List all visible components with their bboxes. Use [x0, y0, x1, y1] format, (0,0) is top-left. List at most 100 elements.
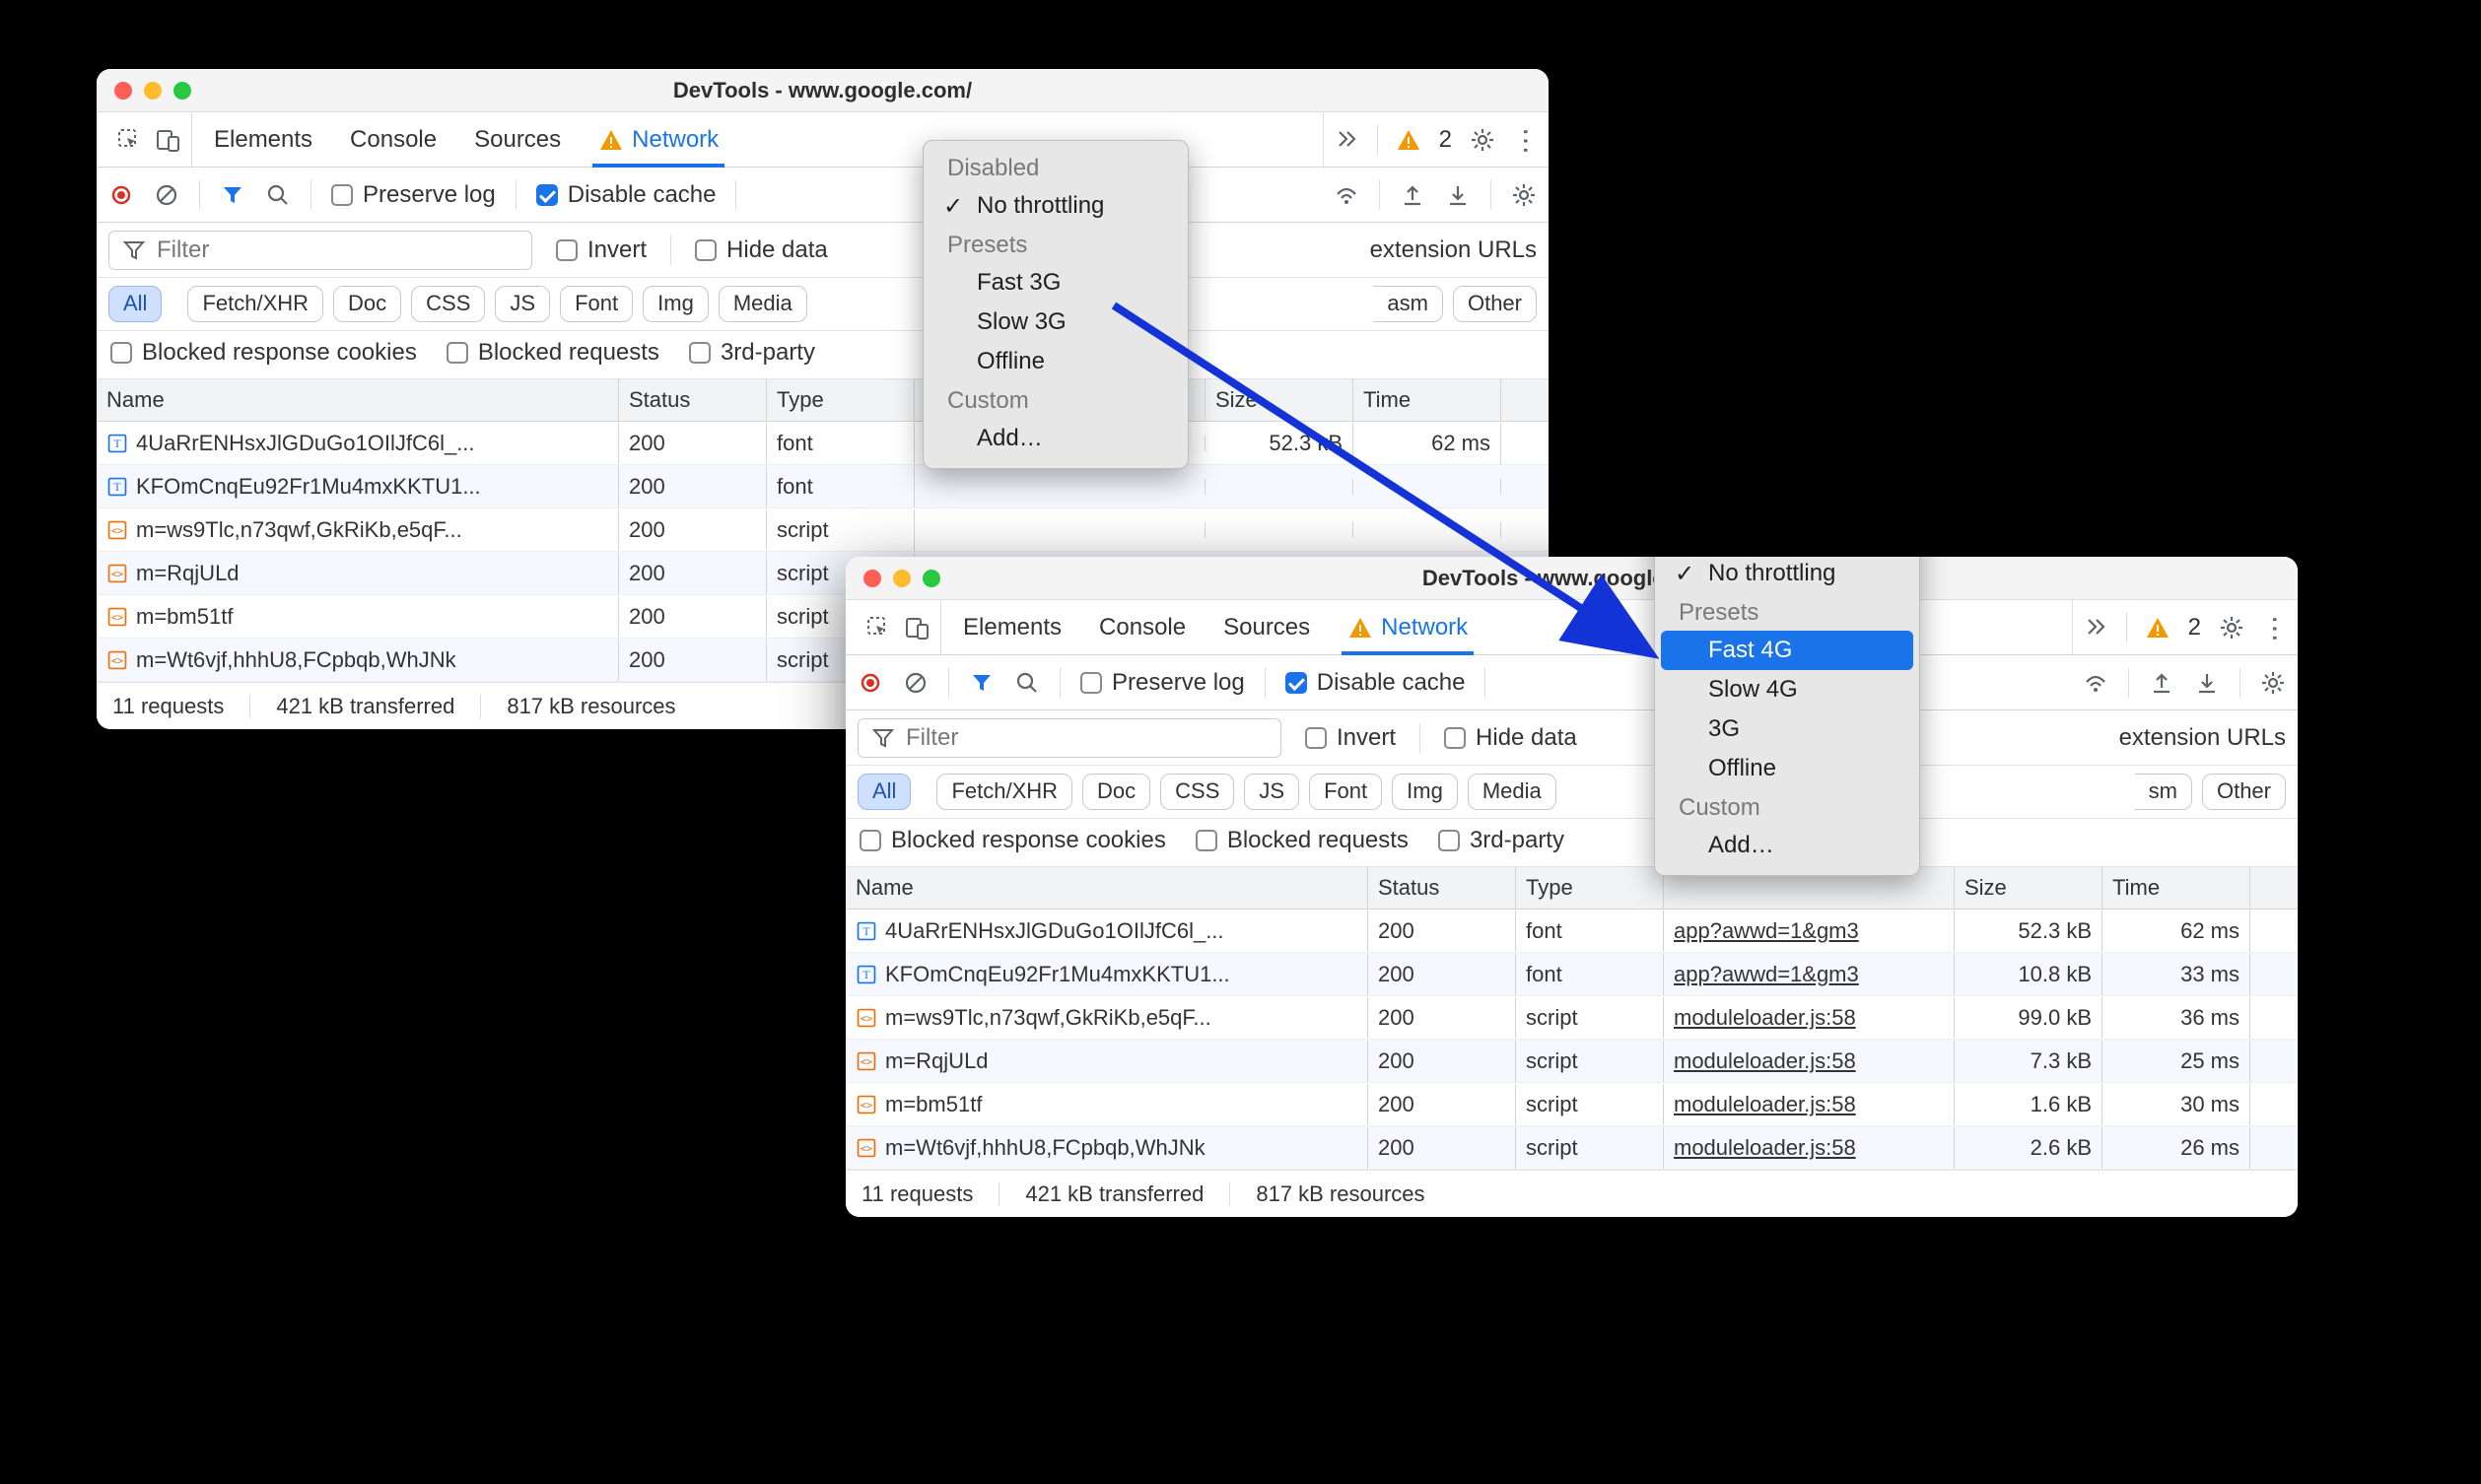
chip-css[interactable]: CSS [411, 286, 485, 322]
dd-item-3g[interactable]: 3G [1661, 709, 1913, 749]
chip-all[interactable]: All [858, 774, 911, 810]
dd-item-fast4g[interactable]: Fast 4G [1661, 631, 1913, 670]
table-row[interactable]: m=Wt6vjf,hhhU8,FCpbqb,WhJNk200scriptmodu… [846, 1126, 2298, 1170]
chip-fetch[interactable]: Fetch/XHR [187, 286, 323, 322]
dd-item-fast3g[interactable]: Fast 3G [930, 263, 1182, 303]
tab-console[interactable]: Console [1099, 600, 1186, 654]
download-icon[interactable] [1445, 182, 1471, 208]
throttling-dropdown-old[interactable]: Disabled No throttling Presets Fast 3G S… [923, 140, 1189, 469]
col-status[interactable]: Status [1368, 867, 1516, 909]
table-row[interactable]: 4UaRrENHsxJlGDuGo1OIlJfC6l_...200font52.… [97, 422, 1549, 465]
dd-item-add[interactable]: Add… [1661, 826, 1913, 865]
disable-cache-checkbox[interactable]: Disable cache [1285, 669, 1466, 697]
device-icon[interactable] [905, 615, 930, 641]
request-initiator[interactable]: moduleloader.js:58 [1664, 997, 1955, 1039]
warning-icon[interactable] [1396, 127, 1421, 153]
disable-cache-checkbox[interactable]: Disable cache [536, 181, 717, 209]
gear-icon[interactable] [2219, 615, 2244, 641]
chip-wasm-trunc[interactable]: sm [2135, 774, 2192, 810]
tab-console[interactable]: Console [350, 112, 437, 167]
close-dot[interactable] [114, 82, 132, 100]
chip-other[interactable]: Other [2202, 774, 2286, 810]
invert-checkbox[interactable]: Invert [556, 236, 647, 264]
table-row[interactable]: m=ws9Tlc,n73qwf,GkRiKb,e5qF...200script [97, 508, 1549, 552]
dd-item-offline[interactable]: Offline [930, 342, 1182, 381]
minimize-dot[interactable] [893, 570, 911, 587]
chip-media[interactable]: Media [1468, 774, 1556, 810]
chip-css[interactable]: CSS [1160, 774, 1234, 810]
col-type[interactable]: Type [767, 379, 915, 421]
chip-font[interactable]: Font [560, 286, 633, 322]
preserve-log-checkbox[interactable]: Preserve log [1080, 669, 1245, 697]
chip-img[interactable]: Img [1392, 774, 1458, 810]
col-time[interactable]: Time [1353, 379, 1501, 421]
blocked-requests-checkbox[interactable]: Blocked requests [1196, 827, 1409, 854]
search-icon[interactable] [265, 182, 291, 208]
col-type[interactable]: Type [1516, 867, 1664, 909]
tab-elements[interactable]: Elements [214, 112, 312, 167]
dd-item-add[interactable]: Add… [930, 419, 1182, 458]
tab-sources[interactable]: Sources [1223, 600, 1310, 654]
table-row[interactable]: m=RqjULd200scriptmoduleloader.js:587.3 k… [846, 1040, 2298, 1083]
search-icon[interactable] [1014, 670, 1040, 696]
table-row[interactable]: m=bm51tf200scriptmoduleloader.js:581.6 k… [846, 1083, 2298, 1126]
dd-item-offline[interactable]: Offline [1661, 749, 1913, 788]
request-initiator[interactable] [915, 522, 1206, 538]
invert-checkbox[interactable]: Invert [1305, 724, 1396, 752]
minimize-dot[interactable] [144, 82, 162, 100]
col-size[interactable]: Size [1955, 867, 2102, 909]
blocked-cookies-checkbox[interactable]: Blocked response cookies [110, 339, 417, 367]
zoom-dot[interactable] [173, 82, 191, 100]
record-icon[interactable] [108, 182, 134, 208]
chip-js[interactable]: JS [1244, 774, 1299, 810]
third-party-checkbox[interactable]: 3rd-party [689, 339, 815, 367]
preserve-log-checkbox[interactable]: Preserve log [331, 181, 496, 209]
filter-input[interactable]: Filter [858, 718, 1281, 758]
record-icon[interactable] [858, 670, 883, 696]
chip-all[interactable]: All [108, 286, 162, 322]
chip-fetch[interactable]: Fetch/XHR [936, 774, 1072, 810]
chip-media[interactable]: Media [719, 286, 807, 322]
filter-input[interactable]: Filter [108, 231, 532, 270]
request-initiator[interactable] [915, 479, 1206, 495]
col-name[interactable]: Name [97, 379, 619, 421]
col-time[interactable]: Time [2102, 867, 2250, 909]
request-initiator[interactable]: moduleloader.js:58 [1664, 1041, 1955, 1082]
dd-item-slow3g[interactable]: Slow 3G [930, 303, 1182, 342]
chip-doc[interactable]: Doc [1082, 774, 1150, 810]
chip-wasm-trunc[interactable]: asm [1373, 286, 1443, 322]
close-dot[interactable] [863, 570, 881, 587]
table-row[interactable]: 4UaRrENHsxJlGDuGo1OIlJfC6l_...200fontapp… [846, 910, 2298, 953]
col-status[interactable]: Status [619, 379, 767, 421]
wifi-icon[interactable] [1334, 182, 1359, 208]
col-name[interactable]: Name [846, 867, 1368, 909]
network-settings-icon[interactable] [1511, 182, 1537, 208]
tab-sources[interactable]: Sources [474, 112, 561, 167]
chip-img[interactable]: Img [643, 286, 709, 322]
request-initiator[interactable]: app?awwd=1&gm3 [1664, 954, 1955, 995]
gear-icon[interactable] [1470, 127, 1495, 153]
dd-item-no-throttling[interactable]: No throttling [930, 186, 1182, 226]
chip-js[interactable]: JS [495, 286, 550, 322]
filter-icon[interactable] [220, 182, 245, 208]
col-size[interactable]: Size [1206, 379, 1353, 421]
wifi-icon[interactable] [2083, 670, 2108, 696]
download-icon[interactable] [2194, 670, 2220, 696]
request-initiator[interactable]: app?awwd=1&gm3 [1664, 911, 1955, 952]
clear-icon[interactable] [154, 182, 179, 208]
upload-icon[interactable] [1400, 182, 1425, 208]
clear-icon[interactable] [903, 670, 929, 696]
request-initiator[interactable]: moduleloader.js:58 [1664, 1127, 1955, 1169]
blocked-requests-checkbox[interactable]: Blocked requests [447, 339, 659, 367]
upload-icon[interactable] [2149, 670, 2174, 696]
warning-icon[interactable] [2145, 615, 2171, 641]
table-row[interactable]: KFOmCnqEu92Fr1Mu4mxKKTU1...200fontapp?aw… [846, 953, 2298, 996]
more-tabs-icon[interactable] [2083, 615, 2108, 641]
inspect-icon[interactable] [865, 615, 891, 641]
request-initiator[interactable]: moduleloader.js:58 [1664, 1084, 1955, 1125]
tab-network[interactable]: Network [598, 112, 719, 167]
device-icon[interactable] [156, 127, 181, 153]
chip-other[interactable]: Other [1453, 286, 1537, 322]
tab-network[interactable]: Network [1347, 600, 1468, 654]
hide-data-checkbox[interactable]: Hide data [1444, 724, 1577, 752]
